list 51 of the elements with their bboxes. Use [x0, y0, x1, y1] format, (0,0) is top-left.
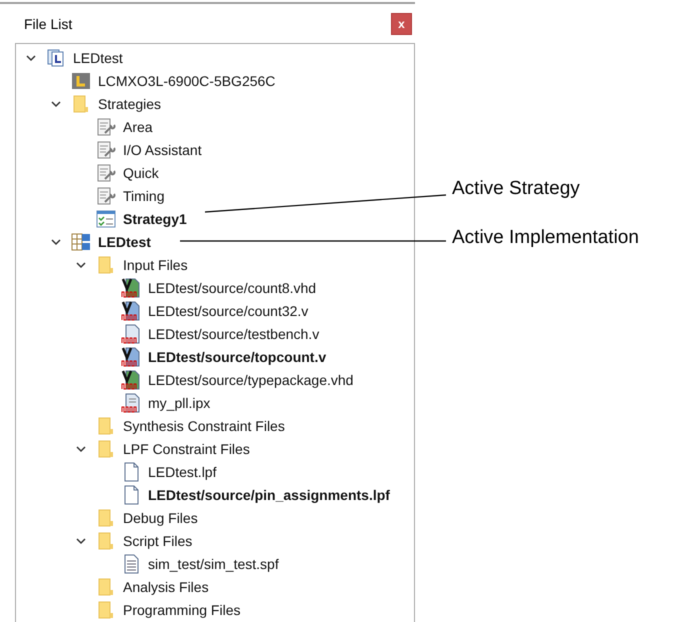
close-button[interactable]: x: [391, 12, 412, 34]
annotation-label: Active Implementation: [452, 227, 639, 249]
folder-icon: [96, 600, 116, 620]
waveform-file-icon: [121, 346, 141, 366]
tree-item[interactable]: I/O Assistant: [123, 142, 202, 158]
tree-item[interactable]: Synthesis Constraint Files: [123, 418, 285, 434]
tree-item[interactable]: LEDtest/source/topcount.v: [148, 348, 326, 364]
tree-item[interactable]: Quick: [123, 164, 159, 180]
tree-item[interactable]: Analysis Files: [123, 578, 209, 594]
document-icon: [46, 48, 66, 68]
tree-item[interactable]: Area: [123, 118, 153, 134]
chip-icon: [71, 70, 91, 90]
folder-icon: [96, 416, 116, 436]
panel-title: File List: [24, 16, 72, 32]
tree-item[interactable]: LEDtest: [73, 50, 123, 66]
wrench-document-icon: [96, 116, 116, 136]
waveform-file-icon: [121, 324, 141, 344]
wrench-document-icon: [96, 186, 116, 206]
tree-item[interactable]: LCMXO3L-6900C-5BG256C: [98, 72, 276, 88]
tree-item[interactable]: Script Files: [123, 532, 192, 548]
waveform-file-icon: [121, 392, 141, 412]
grid-icon: [71, 232, 91, 252]
waveform-file-icon: [121, 300, 141, 320]
tree-item[interactable]: LPF Constraint Files: [123, 440, 250, 456]
tree-item[interactable]: Strategy1: [123, 210, 187, 226]
tree-item[interactable]: LEDtest.lpf: [148, 464, 216, 480]
folder-icon: [96, 508, 116, 528]
tree-item[interactable]: my_pll.ipx: [148, 394, 210, 410]
tree-item[interactable]: LEDtest/source/count32.v: [148, 302, 308, 318]
tree-item[interactable]: LEDtest/source/testbench.v: [148, 326, 320, 342]
tree-item[interactable]: LEDtest/source/typepackage.vhd: [148, 372, 354, 388]
folder-icon: [96, 530, 116, 550]
tree-item[interactable]: Debug Files: [123, 510, 198, 526]
tree-item[interactable]: LEDtest/source/pin_assignments.lpf: [148, 486, 390, 502]
checklist-icon: [96, 208, 116, 228]
folder-icon: [96, 438, 116, 458]
tree-item[interactable]: Strategies: [98, 96, 162, 112]
annotation-label: Active Strategy: [452, 178, 580, 200]
folder-icon: [71, 94, 91, 114]
tree-item[interactable]: LEDtest/source/count8.vhd: [148, 280, 316, 296]
waveform-file-icon: [121, 278, 141, 298]
tree-item[interactable]: Input Files: [123, 256, 188, 272]
waveform-file-icon: [121, 370, 141, 390]
folder-icon: [96, 576, 116, 596]
tree-item[interactable]: sim_test/sim_test.spf: [148, 556, 279, 572]
wrench-document-icon: [96, 162, 116, 182]
tree-item[interactable]: Timing: [123, 188, 164, 204]
tree-item[interactable]: LEDtest: [98, 234, 151, 250]
wrench-document-icon: [96, 140, 116, 160]
tree-item[interactable]: Programming Files: [123, 602, 240, 618]
folder-icon: [96, 254, 116, 274]
